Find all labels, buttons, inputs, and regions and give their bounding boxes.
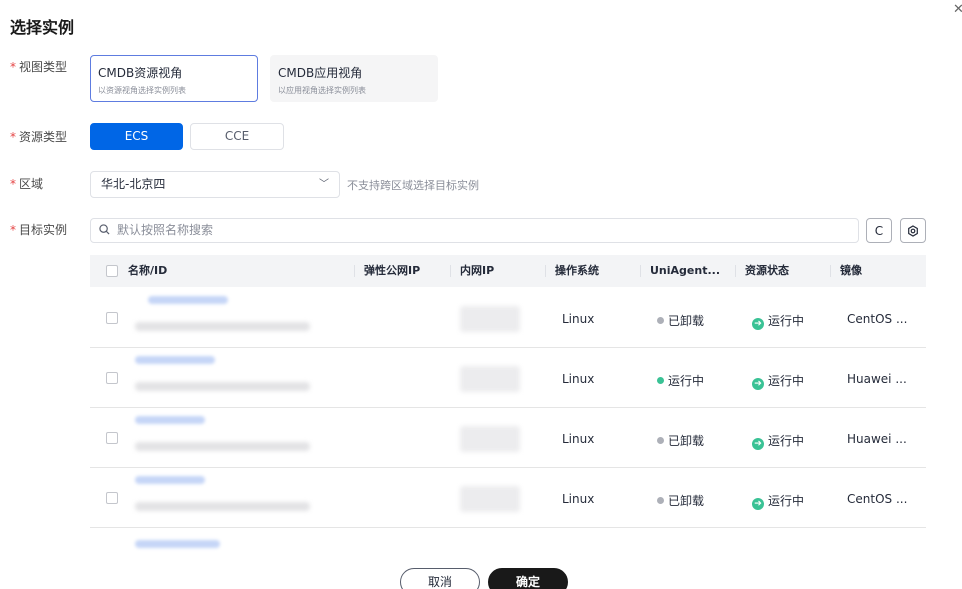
search-input[interactable]: 默认按照名称搜索 bbox=[90, 218, 859, 243]
view-option-title: CMDB资源视角 bbox=[98, 66, 183, 80]
private-ip-redacted bbox=[460, 306, 520, 332]
image-cell: CentOS ... bbox=[847, 312, 908, 326]
view-option-application[interactable]: CMDB应用视角 以应用视角选择实例列表 bbox=[270, 55, 438, 102]
status-dot bbox=[657, 437, 664, 444]
close-icon[interactable]: ✕ bbox=[953, 2, 962, 17]
image-cell: CentOS ... bbox=[847, 492, 908, 506]
view-option-subtitle: 以应用视角选择实例列表 bbox=[278, 86, 366, 95]
resource-type-label: * 资源类型 bbox=[10, 130, 68, 144]
column-divider bbox=[354, 265, 355, 277]
row-checkbox[interactable] bbox=[106, 492, 118, 504]
required-mark: * bbox=[10, 177, 16, 191]
private-ip-redacted bbox=[460, 426, 520, 452]
region-label: * 区域 bbox=[10, 177, 44, 191]
running-icon: ➔ bbox=[752, 378, 764, 390]
search-placeholder: 默认按照名称搜索 bbox=[117, 223, 214, 237]
table-row[interactable]: Linux 已卸载 ➔ 运行中 CentOS ... bbox=[90, 468, 926, 528]
select-all-checkbox[interactable] bbox=[106, 265, 118, 277]
image-cell: Huawei ... bbox=[847, 372, 907, 386]
instance-id-redacted bbox=[135, 442, 310, 451]
search-icon bbox=[99, 224, 110, 235]
running-icon: ➔ bbox=[752, 318, 764, 330]
agent-status: 运行中 bbox=[657, 372, 704, 389]
column-header: UniAgent... bbox=[650, 264, 721, 277]
image-cell: Huawei ... bbox=[847, 432, 907, 446]
column-header: 资源状态 bbox=[745, 264, 789, 277]
resource-status: ➔ 运行中 bbox=[752, 372, 804, 390]
target-label: * 目标实例 bbox=[10, 223, 68, 237]
row-checkbox[interactable] bbox=[106, 432, 118, 444]
required-mark: * bbox=[10, 130, 16, 144]
resource-type-ecs[interactable]: ECS bbox=[90, 123, 183, 150]
view-option-subtitle: 以资源视角选择实例列表 bbox=[98, 86, 186, 95]
agent-status: 已卸载 bbox=[657, 492, 704, 509]
required-mark: * bbox=[10, 60, 16, 74]
os-cell: Linux bbox=[562, 432, 595, 446]
column-divider bbox=[450, 265, 451, 277]
resource-status: ➔ 运行中 bbox=[752, 312, 804, 330]
table-row[interactable]: Linux 已卸载 ➔ 运行中 Huawei ... bbox=[90, 408, 926, 468]
row-checkbox[interactable] bbox=[106, 312, 118, 324]
instance-id-redacted bbox=[135, 322, 310, 331]
required-mark: * bbox=[10, 223, 16, 237]
column-header: 操作系统 bbox=[555, 264, 599, 277]
running-icon: ➔ bbox=[752, 438, 764, 450]
os-cell: Linux bbox=[562, 492, 595, 506]
region-hint: 不支持跨区域选择目标实例 bbox=[347, 179, 479, 192]
instance-name-link[interactable] bbox=[135, 356, 215, 364]
instance-id-redacted bbox=[135, 502, 310, 511]
confirm-button[interactable]: 确定 bbox=[488, 568, 568, 589]
instance-name-link[interactable] bbox=[135, 540, 220, 548]
region-select[interactable]: 华北-北京四 ﹀ bbox=[90, 171, 340, 198]
os-cell: Linux bbox=[562, 372, 595, 386]
dialog-title: 选择实例 bbox=[10, 18, 75, 37]
chevron-down-icon: ﹀ bbox=[319, 179, 329, 190]
gear-icon bbox=[908, 224, 918, 237]
instance-name-link[interactable] bbox=[148, 296, 228, 304]
resource-status: ➔ 运行中 bbox=[752, 492, 804, 510]
column-header: 镜像 bbox=[840, 264, 862, 277]
refresh-button[interactable]: C bbox=[866, 218, 892, 243]
status-dot bbox=[657, 317, 664, 324]
region-value: 华北-北京四 bbox=[101, 177, 166, 191]
resource-status: ➔ 运行中 bbox=[752, 432, 804, 450]
view-type-label: * 视图类型 bbox=[10, 60, 68, 74]
agent-status: 已卸载 bbox=[657, 432, 704, 449]
column-divider bbox=[735, 265, 736, 277]
private-ip-redacted bbox=[460, 366, 520, 392]
instance-id-redacted bbox=[135, 382, 310, 391]
column-divider bbox=[830, 265, 831, 277]
status-dot bbox=[657, 497, 664, 504]
column-divider bbox=[545, 265, 546, 277]
status-dot bbox=[657, 377, 664, 384]
view-option-resource[interactable]: CMDB资源视角 以资源视角选择实例列表 bbox=[90, 55, 258, 102]
table-row[interactable]: Linux 运行中 ➔ 运行中 Huawei ... bbox=[90, 348, 926, 408]
resource-type-cce[interactable]: CCE bbox=[190, 123, 284, 150]
column-header: 名称/ID bbox=[128, 264, 168, 277]
column-header: 内网IP bbox=[460, 264, 495, 277]
instance-name-link[interactable] bbox=[135, 476, 205, 484]
cancel-button[interactable]: 取消 bbox=[400, 568, 480, 589]
instance-name-link[interactable] bbox=[135, 416, 205, 424]
private-ip-redacted bbox=[460, 486, 520, 512]
row-checkbox[interactable] bbox=[106, 372, 118, 384]
column-divider bbox=[640, 265, 641, 277]
settings-button[interactable] bbox=[900, 218, 926, 243]
view-option-title: CMDB应用视角 bbox=[278, 66, 363, 80]
running-icon: ➔ bbox=[752, 498, 764, 510]
os-cell: Linux bbox=[562, 312, 595, 326]
column-header: 弹性公网IP bbox=[364, 264, 421, 277]
table-row[interactable]: Linux 已卸载 ➔ 运行中 CentOS ... bbox=[90, 288, 926, 348]
table-header: 名称/ID 弹性公网IP 内网IP 操作系统 UniAgent... 资源状态 … bbox=[90, 255, 926, 287]
agent-status: 已卸载 bbox=[657, 312, 704, 329]
